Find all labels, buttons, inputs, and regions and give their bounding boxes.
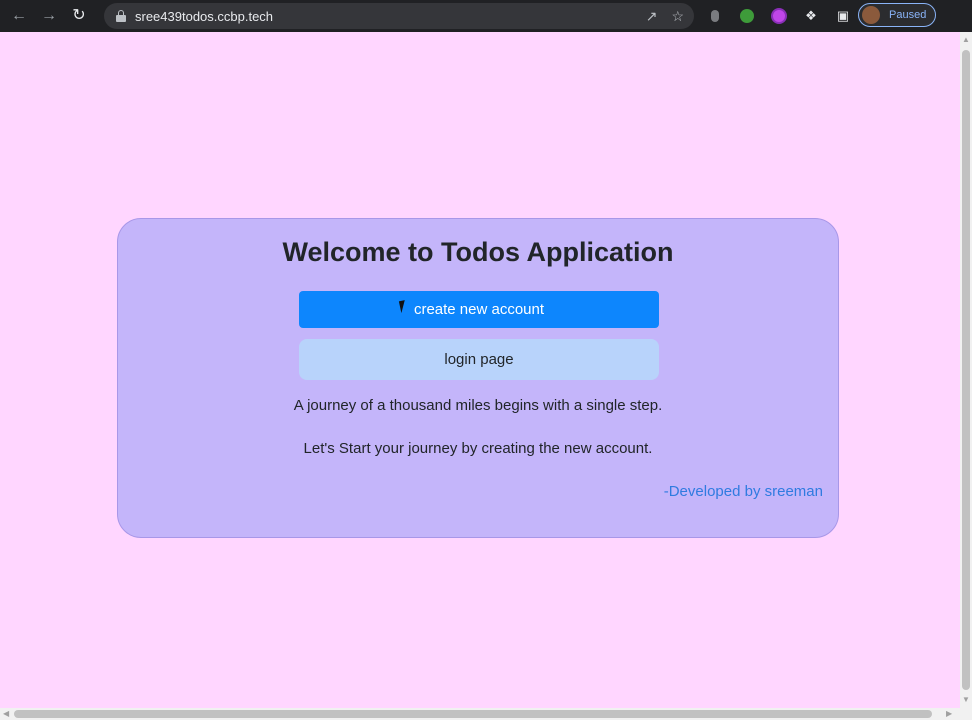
scroll-down-arrow-icon[interactable]: ▼ (962, 696, 970, 704)
page-content: Welcome to Todos Application create new … (0, 32, 960, 708)
purple-extension-icon[interactable] (768, 5, 790, 27)
scroll-left-arrow-icon[interactable]: ◀ (3, 710, 9, 718)
welcome-card: Welcome to Todos Application create new … (117, 218, 839, 538)
side-panel-icon[interactable]: ▣ (832, 5, 854, 27)
browser-toolbar: ← → ↻ sree439todos.ccbp.tech ↗ ☆ ❖ ▣ Pau… (0, 0, 972, 32)
forward-arrow-icon[interactable]: → (38, 5, 60, 27)
back-arrow-icon[interactable]: ← (8, 5, 30, 27)
url-text[interactable]: sree439todos.ccbp.tech (135, 9, 273, 24)
scroll-up-arrow-icon[interactable]: ▲ (962, 36, 970, 44)
star-icon[interactable]: ☆ (671, 8, 684, 25)
login-page-button[interactable]: login page (299, 339, 659, 380)
extension-icon[interactable] (704, 5, 726, 27)
address-bar[interactable]: sree439todos.ccbp.tech ↗ ☆ (104, 3, 694, 29)
vertical-scroll-thumb[interactable] (962, 50, 970, 690)
horizontal-scroll-thumb[interactable] (14, 710, 932, 718)
scroll-right-arrow-icon[interactable]: ▶ (946, 710, 952, 718)
tree-extension-icon[interactable] (736, 5, 758, 27)
create-account-button[interactable]: create new account (299, 291, 659, 328)
avatar (862, 6, 880, 24)
horizontal-scrollbar[interactable]: ◀ ▶ (0, 708, 972, 720)
vertical-scrollbar[interactable]: ▲ ▼ (960, 32, 972, 708)
share-icon[interactable]: ↗ (646, 8, 658, 25)
mouse-cursor-icon (398, 298, 414, 314)
extensions-area: ❖ ▣ (704, 0, 854, 32)
quote-text: A journey of a thousand miles begins wit… (293, 397, 663, 414)
lock-icon[interactable] (116, 10, 126, 22)
page-title: Welcome to Todos Application (282, 237, 674, 267)
reload-icon[interactable]: ↻ (68, 5, 90, 27)
profile-status: Paused (889, 9, 927, 21)
subtext: Let's Start your journey by creating the… (303, 440, 653, 457)
profile-button[interactable]: Paused (858, 3, 936, 27)
developer-credit: -Developed by sreeman (663, 483, 823, 500)
puzzle-icon[interactable]: ❖ (800, 5, 822, 27)
